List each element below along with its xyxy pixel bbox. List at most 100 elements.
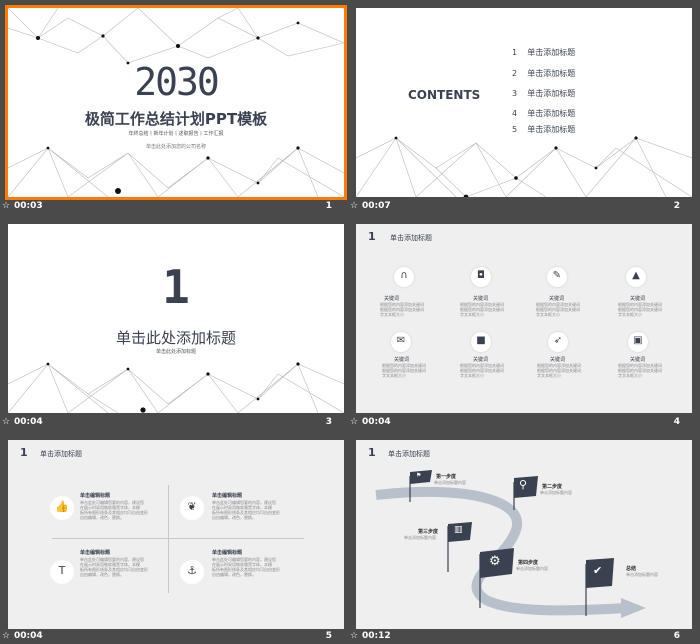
- cell-title: 关键词: [630, 296, 646, 302]
- quadrant-text: 单击此处可编辑您要的内容，建议您 在展示时采用微软雅黑字体，本模 板所有图形线条…: [80, 557, 148, 577]
- cell-text: 根据您的内容添加关键词 根据您的内容添加关键词 字文本框大小: [618, 363, 662, 378]
- step-text: 单击添加标题内容: [434, 480, 466, 485]
- slide-number: 2: [673, 201, 680, 211]
- divider-vertical: [168, 485, 169, 593]
- quadrant-text: 单击此处可编辑您要的内容，建议您 在展示时采用微软雅黑字体，本模 板所有图形线条…: [80, 500, 148, 520]
- cell-text: 根据您的内容添加关键词 根据您的内容添加关键词 字文本框大小: [536, 302, 580, 317]
- cell-text: 根据您的内容添加关键词 根据您的内容添加关键词 字文本框大小: [460, 302, 504, 317]
- cell-title: 关键词: [550, 357, 566, 363]
- chart-icon: ▥: [454, 525, 463, 535]
- cell-title: 关键词: [549, 296, 565, 302]
- leaf-icon: ❦: [180, 496, 204, 520]
- briefcase-icon: ▣: [628, 332, 648, 352]
- thumbs-up-icon: 👍: [50, 496, 74, 520]
- gear-icon: ⚙: [489, 554, 501, 569]
- step-text: 单击添加标题内容: [404, 535, 436, 540]
- slide-title: 极简工作总结计划PPT模板: [84, 110, 268, 128]
- section-number: 1: [162, 260, 190, 314]
- section-number: 1: [368, 230, 376, 243]
- step-title: 第一步度: [436, 474, 457, 480]
- quadrant-text: 单击此处可编辑您要的内容，建议您 在展示时采用微软雅黑字体，本模 板所有图形线条…: [212, 557, 280, 577]
- slide-duration: 00:03: [14, 201, 43, 211]
- cell-text: 根据您的内容添加关键词 根据您的内容添加关键词 字文本框大小: [382, 363, 426, 378]
- quadrant-title: 单击编辑标题: [212, 550, 243, 556]
- slide-duration: 00:12: [362, 631, 391, 641]
- contents-item-3: 3 单击添加标题: [512, 89, 576, 98]
- slide-info-bar-2: ☆ 00:07 2: [348, 198, 684, 216]
- step-text: 单击添加标题内容: [516, 566, 548, 571]
- step-title: 第二步度: [542, 484, 563, 490]
- slide-thumbnail-4[interactable]: 1 单击添加标题 ∩ 关键词 根据您的内容添加关键词 根据您的内容添加关键词 字…: [356, 224, 692, 413]
- network-graphic: [8, 362, 344, 413]
- search-icon: ⚲: [519, 478, 528, 491]
- anchor-icon: ⚓: [180, 560, 204, 584]
- cell-text: 根据您的内容添加关键词 根据您的内容添加关键词 字文本框大小: [618, 302, 662, 317]
- divider-horizontal: [52, 538, 304, 539]
- slide-number: 6: [673, 631, 680, 641]
- flag-icon: ⚑: [416, 472, 422, 479]
- step-title: 第四步度: [518, 560, 539, 566]
- company-name: 单击此处添加您的公司名称: [145, 144, 206, 150]
- cell-title: 关键词: [630, 357, 646, 363]
- star-icon: ☆: [350, 417, 359, 427]
- shirt-icon: T: [50, 560, 74, 584]
- slide-thumbnail-5[interactable]: 1 单击添加标题 👍 单击编辑标题 单击此处可编辑您要的内容，建议您 在展示时采…: [8, 440, 344, 629]
- chat-icon: ✉: [391, 332, 411, 352]
- check-icon: ✔: [593, 564, 603, 577]
- quadrant-title: 单击编辑标题: [80, 493, 111, 499]
- slide-number: 5: [325, 631, 332, 641]
- slide-thumbnail-3[interactable]: 1 单击此处添加标题 单击此处添加标题: [8, 224, 344, 413]
- cell-text: 根据您的内容添加关键词 根据您的内容添加关键词 字文本框大小: [537, 363, 581, 378]
- rocket-icon: ➶: [548, 332, 568, 352]
- slide-subtitle: 年终总结丨新年计划丨述职报告丨工作汇报: [128, 131, 224, 137]
- cell-text: 根据您的内容添加关键词 根据您的内容添加关键词 字文本框大小: [460, 363, 504, 378]
- cone-icon: ▲: [626, 267, 646, 287]
- star-icon: ☆: [2, 417, 11, 427]
- contents-item-5: 5 单击添加标题: [512, 125, 576, 134]
- cell-title: 关键词: [473, 357, 489, 363]
- slide-thumbnail-2[interactable]: CONTENTS 1 单击添加标题 2 单击添加标题 3 单击添加标题 4 单击…: [356, 8, 692, 197]
- section-title: 单击添加标题: [390, 234, 432, 242]
- box-icon: ■: [471, 332, 491, 352]
- brush-icon: ✎: [547, 267, 567, 287]
- slide-number: 3: [325, 417, 332, 427]
- slide-thumbnail-1[interactable]: 2030 极简工作总结计划PPT模板 年终总结丨新年计划丨述职报告丨工作汇报 单…: [5, 5, 347, 200]
- quadrant-title: 单击编辑标题: [212, 493, 243, 499]
- cup-icon: ◘: [471, 267, 491, 287]
- star-icon: ☆: [350, 631, 359, 641]
- quadrant-text: 单击此处可编辑您要的内容，建议您 在展示时采用微软雅黑字体，本模 板所有图形线条…: [212, 500, 280, 520]
- slide-info-bar-5: ☆ 00:04 5: [0, 630, 336, 644]
- step-text: 单击添加标题内容: [626, 572, 658, 577]
- slide-thumbnail-6[interactable]: 1 单击添加标题 ⚑ ⚲ ▥ ⚙ ✔ 第一步度 单击添加标题内容 第二步度 单击…: [356, 440, 692, 629]
- slide-subtitle: 单击此处添加标题: [155, 349, 196, 355]
- magnet-icon: ∩: [394, 267, 414, 287]
- cell-title: 关键词: [384, 296, 400, 302]
- slide-info-bar-4: ☆ 00:04 4: [348, 414, 684, 432]
- contents-item-1: 1 单击添加标题: [512, 48, 576, 57]
- contents-item-2: 2 单击添加标题: [512, 69, 576, 78]
- slide-title: 单击此处添加标题: [115, 329, 236, 347]
- star-icon: ☆: [2, 201, 11, 211]
- network-graphic: [356, 136, 692, 197]
- cell-title: 关键词: [473, 296, 489, 302]
- step-text: 单击添加标题内容: [540, 490, 572, 495]
- star-icon: ☆: [350, 201, 359, 211]
- slide-info-bar-3: ☆ 00:04 3: [0, 414, 336, 432]
- slide-duration: 00:04: [14, 631, 43, 641]
- cell-text: 根据您的内容添加关键词 根据您的内容添加关键词 字文本框大小: [380, 302, 424, 317]
- section-number: 1: [20, 446, 28, 459]
- star-icon: ☆: [2, 631, 11, 641]
- section-title: 单击添加标题: [40, 450, 82, 458]
- step-title: 第三步度: [418, 529, 439, 535]
- slide-info-bar-6: ☆ 00:12 6: [348, 630, 684, 644]
- quadrant-title: 单击编辑标题: [80, 550, 111, 556]
- title-year: 2030: [134, 60, 220, 104]
- cell-title: 关键词: [394, 357, 410, 363]
- slide-info-bar-1: ☆ 00:03 1: [0, 198, 336, 216]
- slide-duration: 00:04: [14, 417, 43, 427]
- slide-duration: 00:07: [362, 201, 391, 211]
- slide-number: 1: [325, 201, 332, 211]
- step-title: 总结: [626, 566, 637, 572]
- slide-number: 4: [673, 417, 680, 427]
- contents-item-4: 4 单击添加标题: [512, 109, 576, 118]
